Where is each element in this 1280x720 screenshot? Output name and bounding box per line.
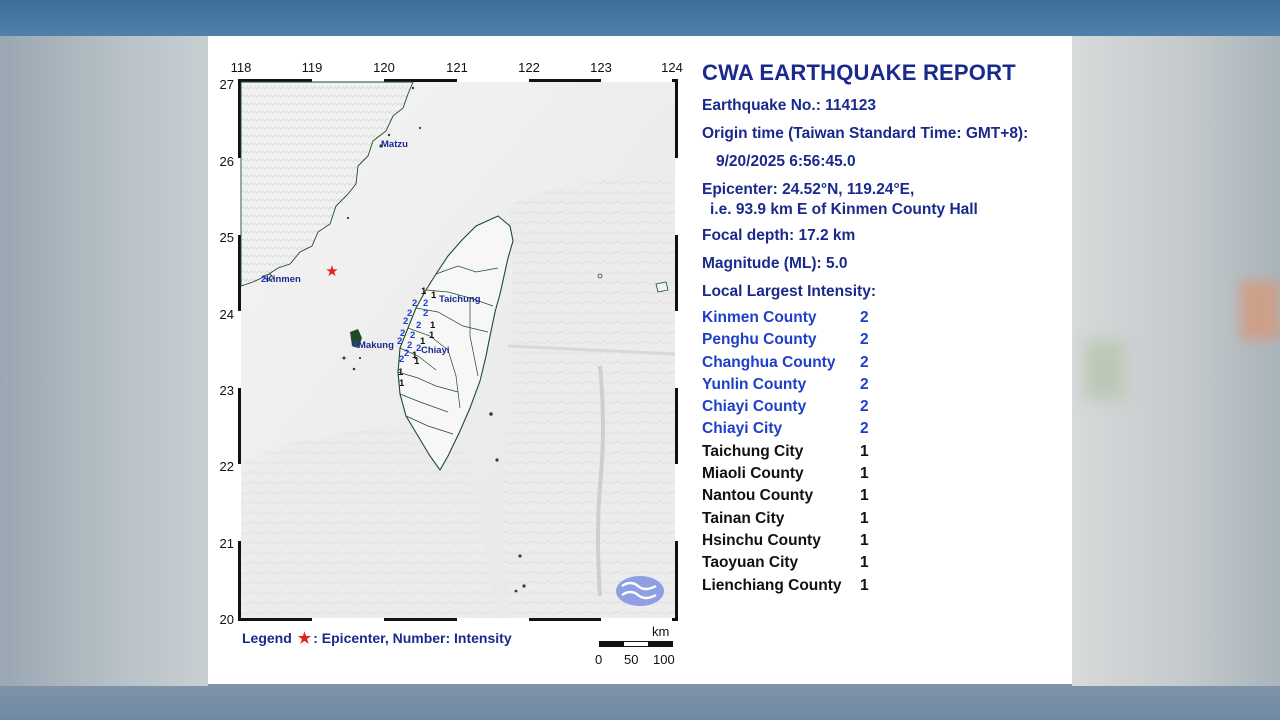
lat-tick-label: 20 (220, 612, 234, 626)
scale-label: 100 (653, 652, 675, 667)
cwa-logo-icon (616, 576, 664, 606)
lat-tick-label: 21 (220, 536, 234, 551)
lon-tick-label: 118 (231, 60, 252, 75)
background-blob (1240, 280, 1280, 340)
station-intensity: 2 (423, 308, 428, 319)
place-label-makung: Makung (358, 340, 394, 351)
report-text: CWA EARTHQUAKE REPORT Earthquake No.: 11… (702, 60, 1028, 306)
legend-text: : Epicenter, Number: Intensity (313, 630, 512, 646)
station-intensity: 1 (431, 290, 437, 301)
report-title: CWA EARTHQUAKE REPORT (702, 60, 1016, 85)
station-intensity: 2 (404, 348, 409, 359)
earthquake-map: 118 119 120 121 122 123 124 27 26 25 24 … (220, 60, 683, 626)
list-item: Chiayi County 2 (702, 398, 869, 416)
list-item: Hsinchu County 1 (702, 531, 869, 549)
lon-tick-label: 122 (518, 60, 540, 75)
list-item: Yunlin County 2 (702, 375, 869, 393)
scale-label: 0 (595, 652, 603, 667)
scale-bar (599, 641, 673, 647)
origin-time-label: Origin time (Taiwan Standard Time: GMT+8… (702, 125, 1029, 142)
intensity-list: Kinmen County 2 Penghu County 2 Changhua C… (702, 307, 890, 597)
list-item: Chiayi City 2 (702, 420, 869, 438)
station-intensity: 1 (414, 356, 420, 367)
lon-tick-label: 124 (661, 60, 683, 75)
scale-label: 50 (624, 652, 639, 667)
epicenter-star-icon: ★ (297, 630, 312, 647)
focal-depth: Focal depth: 17.2 km (702, 227, 856, 244)
list-item: Taoyuan City 1 (702, 554, 869, 572)
list-item: Miaoli County 1 (702, 465, 869, 483)
local-intensity-label: Local Largest Intensity: (702, 283, 876, 300)
station-intensity: 2 (412, 298, 417, 309)
list-item: Changhua County 2 (702, 353, 869, 371)
magnitude: Magnitude (ML): 5.0 (702, 255, 848, 272)
lon-tick-label: 120 (373, 60, 395, 75)
list-item: Taichung City 1 (702, 442, 869, 460)
lat-tick-label: 22 (220, 459, 234, 474)
lon-tick-label: 121 (446, 60, 468, 75)
background-left (0, 36, 208, 686)
list-item: Tainan City 1 (702, 509, 869, 527)
earthquake-number: Earthquake No.: 114123 (702, 97, 877, 114)
station-intensity: 2 (399, 354, 404, 365)
place-label-kinmen: Kinmen (266, 274, 301, 285)
lon-tick-label: 123 (590, 60, 612, 75)
epicenter-star-icon: ★ (325, 262, 338, 280)
lon-tick-labels: 118 119 120 121 122 123 124 (231, 60, 683, 75)
earthquake-report-card: 118 119 120 121 122 123 124 27 26 25 24 … (208, 36, 1072, 684)
station-intensity: 1 (420, 336, 426, 347)
station-intensity: 2 (397, 336, 402, 347)
station-intensity: 1 (421, 286, 427, 297)
origin-time: 9/20/2025 6:56:45.0 (716, 153, 856, 170)
lon-tick-label: 119 (302, 60, 323, 75)
station-intensity: 2 (416, 320, 421, 331)
station-intensity: 1 (399, 378, 405, 389)
lat-tick-label: 26 (220, 154, 234, 169)
list-item: Kinmen County 2 (702, 309, 869, 326)
epicenter-description: i.e. 93.9 km E of Kinmen County Hall (710, 201, 978, 218)
lat-tick-label: 27 (220, 77, 234, 92)
station-intensity: 2 (261, 274, 266, 285)
legend-label: Legend (242, 630, 292, 646)
background-blob-green (1085, 340, 1125, 400)
place-label-matzu: Matzu (381, 139, 408, 150)
station-intensity: 1 (429, 330, 435, 341)
list-item: Nantou County 1 (702, 487, 869, 505)
station-intensity: 2 (403, 316, 408, 327)
lat-tick-label: 25 (220, 230, 234, 245)
station-intensity: 2 (353, 339, 358, 350)
lat-tick-label: 23 (220, 383, 234, 398)
map-legend: Legend ★: Epicenter, Number: Intensity (242, 629, 512, 647)
scale-unit: km (652, 624, 670, 639)
lat-tick-label: 24 (220, 307, 234, 322)
station-intensity: 1 (398, 367, 404, 378)
list-item: Lienchiang County 1 (702, 576, 869, 594)
list-item: Penghu County 2 (702, 331, 869, 349)
place-label-taichung: Taichung (439, 294, 481, 305)
lat-tick-labels: 27 26 25 24 23 22 21 20 (220, 77, 234, 626)
